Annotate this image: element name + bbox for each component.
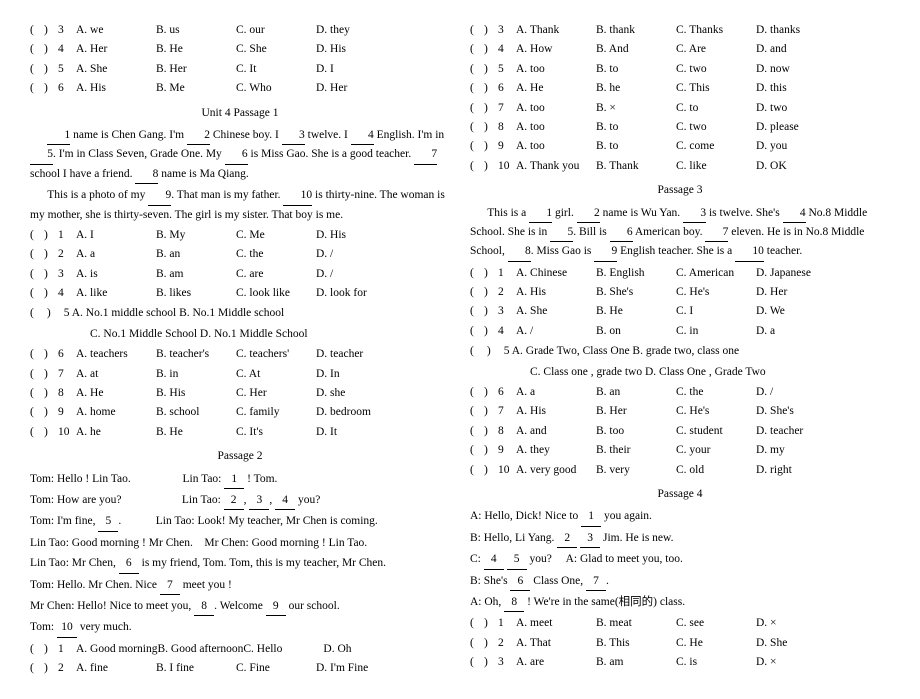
opt-c: C. our	[236, 21, 316, 39]
choice-row-5-line2: C. No.1 Middle School D. No.1 Middle Sch…	[30, 325, 450, 343]
passage1-cont: This is a photo of my 9. That man is my …	[30, 186, 450, 224]
choice-row-3: ( ) 3 A. is B. am C. are D. /	[30, 265, 450, 283]
p4-line3: C: 4 5 you? A: Glad to meet you, too.	[470, 550, 890, 569]
paren: (	[30, 21, 44, 39]
dialogue-row: Tom: Hello. Mr Chen. Nice 7 meet you !	[30, 576, 450, 595]
dialogue-row: Tom: How are you? Lin Tao: 2, 3, 4 you?	[30, 491, 450, 510]
opt-b: B. Her	[156, 60, 236, 78]
dialogue-row: Lin Tao: Good morning ! Mr Chen. Mr Chen…	[30, 534, 450, 552]
choice-row-10: ( ) 10 A. he B. He C. It's D. It	[30, 423, 450, 441]
paren-close: )	[44, 21, 58, 39]
right-column: ( ) 3 A. Thank B. thank C. Thanks D. tha…	[470, 20, 890, 679]
opt-d: D. His	[316, 40, 396, 58]
choice-p3-3: ( ) 3 A. She B. He C. I D. We	[470, 302, 890, 320]
choice-row-8: ( ) 8 A. He B. His C. Her D. she	[30, 384, 450, 402]
choice-p3-8: ( ) 8 A. and B. too C. student D. teache…	[470, 422, 890, 440]
choice-row: ( ) 3 A. we B. us C. our D. they	[30, 21, 450, 39]
opt-a: A. Her	[76, 40, 156, 58]
choice-num: 4	[58, 40, 76, 58]
choice-p2-1: ( ) 1 A. Good morning B. Good afternoon …	[30, 640, 450, 658]
choice-row-1: ( ) 1 A. I B. My C. Me D. His	[30, 226, 450, 244]
choice-r6: ( ) 6 A. He B. he C. This D. this	[470, 79, 890, 97]
opt-a: A. His	[76, 79, 156, 97]
p4-line2: B: Hello, Li Yang. 2 3 Jim. He is new.	[470, 529, 890, 548]
opt-c: C. Who	[236, 79, 316, 97]
passage3-title: Passage 3	[470, 181, 890, 199]
choice-row: ( ) 5 A. She B. Her C. It D. I	[30, 60, 450, 78]
choice-r4: ( ) 4 A. How B. And C. Are D. and	[470, 40, 890, 58]
choice-row-4: ( ) 4 A. like B. likes C. look like D. l…	[30, 284, 450, 302]
choice-p3-7: ( ) 7 A. His B. Her C. He's D. She's	[470, 402, 890, 420]
choice-p4-1: ( ) 1 A. meet B. meat C. see D. ×	[470, 614, 890, 632]
p4-line1: A: Hello, Dick! Nice to 1 you again.	[470, 507, 890, 526]
opt-d: D. Her	[316, 79, 396, 97]
choice-p2-2: ( ) 2 A. fine B. I fine C. Fine D. I'm F…	[30, 659, 450, 677]
choice-r10: ( ) 10 A. Thank you B. Thank C. like D. …	[470, 157, 890, 175]
choice-p3-6: ( ) 6 A. a B. an C. the D. /	[470, 383, 890, 401]
unit-header: Unit 4 Passage 1	[30, 104, 450, 122]
opt-d: D. I	[316, 60, 396, 78]
choice-num: 3	[58, 21, 76, 39]
opt-a: A. we	[76, 21, 156, 39]
p4-line4: B: She's 6 Class One, 7.	[470, 572, 890, 591]
choice-row: ( ) 4 A. Her B. He C. She D. His	[30, 40, 450, 58]
choice-row-7: ( ) 7 A. at B. in C. At D. In	[30, 365, 450, 383]
choice-p4-2: ( ) 2 A. That B. This C. He D. She	[470, 634, 890, 652]
opt-a: A. She	[76, 60, 156, 78]
choice-r9: ( ) 9 A. too B. to C. come D. you	[470, 137, 890, 155]
choice-r7: ( ) 7 A. too B. × C. to D. two	[470, 99, 890, 117]
choice-p3-1: ( ) 1 A. Chinese B. English C. American …	[470, 264, 890, 282]
choice-row: ( ) 6 A. His B. Me C. Who D. Her	[30, 79, 450, 97]
opt-b: B. us	[156, 21, 236, 39]
dialogue-row: Tom: 10 very much.	[30, 618, 450, 637]
passage3-text: This is a 1 girl. 2 name is Wu Yan. 3 is…	[470, 204, 890, 262]
choice-p3-9: ( ) 9 A. they B. their C. your D. my	[470, 441, 890, 459]
opt-d: D. they	[316, 21, 396, 39]
choice-row-9: ( ) 9 A. home B. school C. family D. bed…	[30, 403, 450, 421]
choice-p3-5-line1: ( ) 5 A. Grade Two, Class One B. grade t…	[470, 342, 890, 360]
choice-num: 5	[58, 60, 76, 78]
opt-b: B. He	[156, 40, 236, 58]
choice-r8: ( ) 8 A. too B. to C. two D. please	[470, 118, 890, 136]
dialogue-row: Lin Tao: Mr Chen, 6 is my friend, Tom. T…	[30, 554, 450, 573]
choice-row-6: ( ) 6 A. teachers B. teacher's C. teache…	[30, 345, 450, 363]
choice-p3-4: ( ) 4 A. / B. on C. in D. a	[470, 322, 890, 340]
choice-r3: ( ) 3 A. Thank B. thank C. Thanks D. tha…	[470, 21, 890, 39]
opt-b: B. Me	[156, 79, 236, 97]
choice-p3-5-line2: C. Class one , grade two D. Class One , …	[470, 363, 890, 381]
left-column: ( ) 3 A. we B. us C. our D. they ( ) 4 A…	[30, 20, 450, 679]
passage1-text: 1 name is Chen Gang. I'm 2 Chinese boy. …	[30, 126, 450, 184]
p4-line5: A: Oh, 8 ! We're in the same(相同的) class.	[470, 593, 890, 612]
opt-c: C. It	[236, 60, 316, 78]
dialogue-row: Tom: Hello ! Lin Tao. Lin Tao: 1 ! Tom.	[30, 470, 450, 489]
choice-row-2: ( ) 2 A. a B. an C. the D. /	[30, 245, 450, 263]
opt-c: C. She	[236, 40, 316, 58]
passage4-title: Passage 4	[470, 485, 890, 503]
choice-num: 6	[58, 79, 76, 97]
passage2-title: Passage 2	[30, 447, 450, 465]
dialogue-row: Tom: I'm fine, 5. Lin Tao: Look! My teac…	[30, 512, 450, 531]
choice-p3-2: ( ) 2 A. His B. She's C. He's D. Her	[470, 283, 890, 301]
choice-row-5-line1: ( ) 5 A. No.1 middle school B. No.1 Midd…	[30, 304, 450, 322]
choice-p4-3: ( ) 3 A. are B. am C. is D. ×	[470, 653, 890, 671]
page-container: ( ) 3 A. we B. us C. our D. they ( ) 4 A…	[30, 20, 890, 679]
dialogue-row: Mr Chen: Hello! Nice to meet you, 8. Wel…	[30, 597, 450, 616]
choice-r5: ( ) 5 A. too B. to C. two D. now	[470, 60, 890, 78]
choice-p3-10: ( ) 10 A. very good B. very C. old D. ri…	[470, 461, 890, 479]
